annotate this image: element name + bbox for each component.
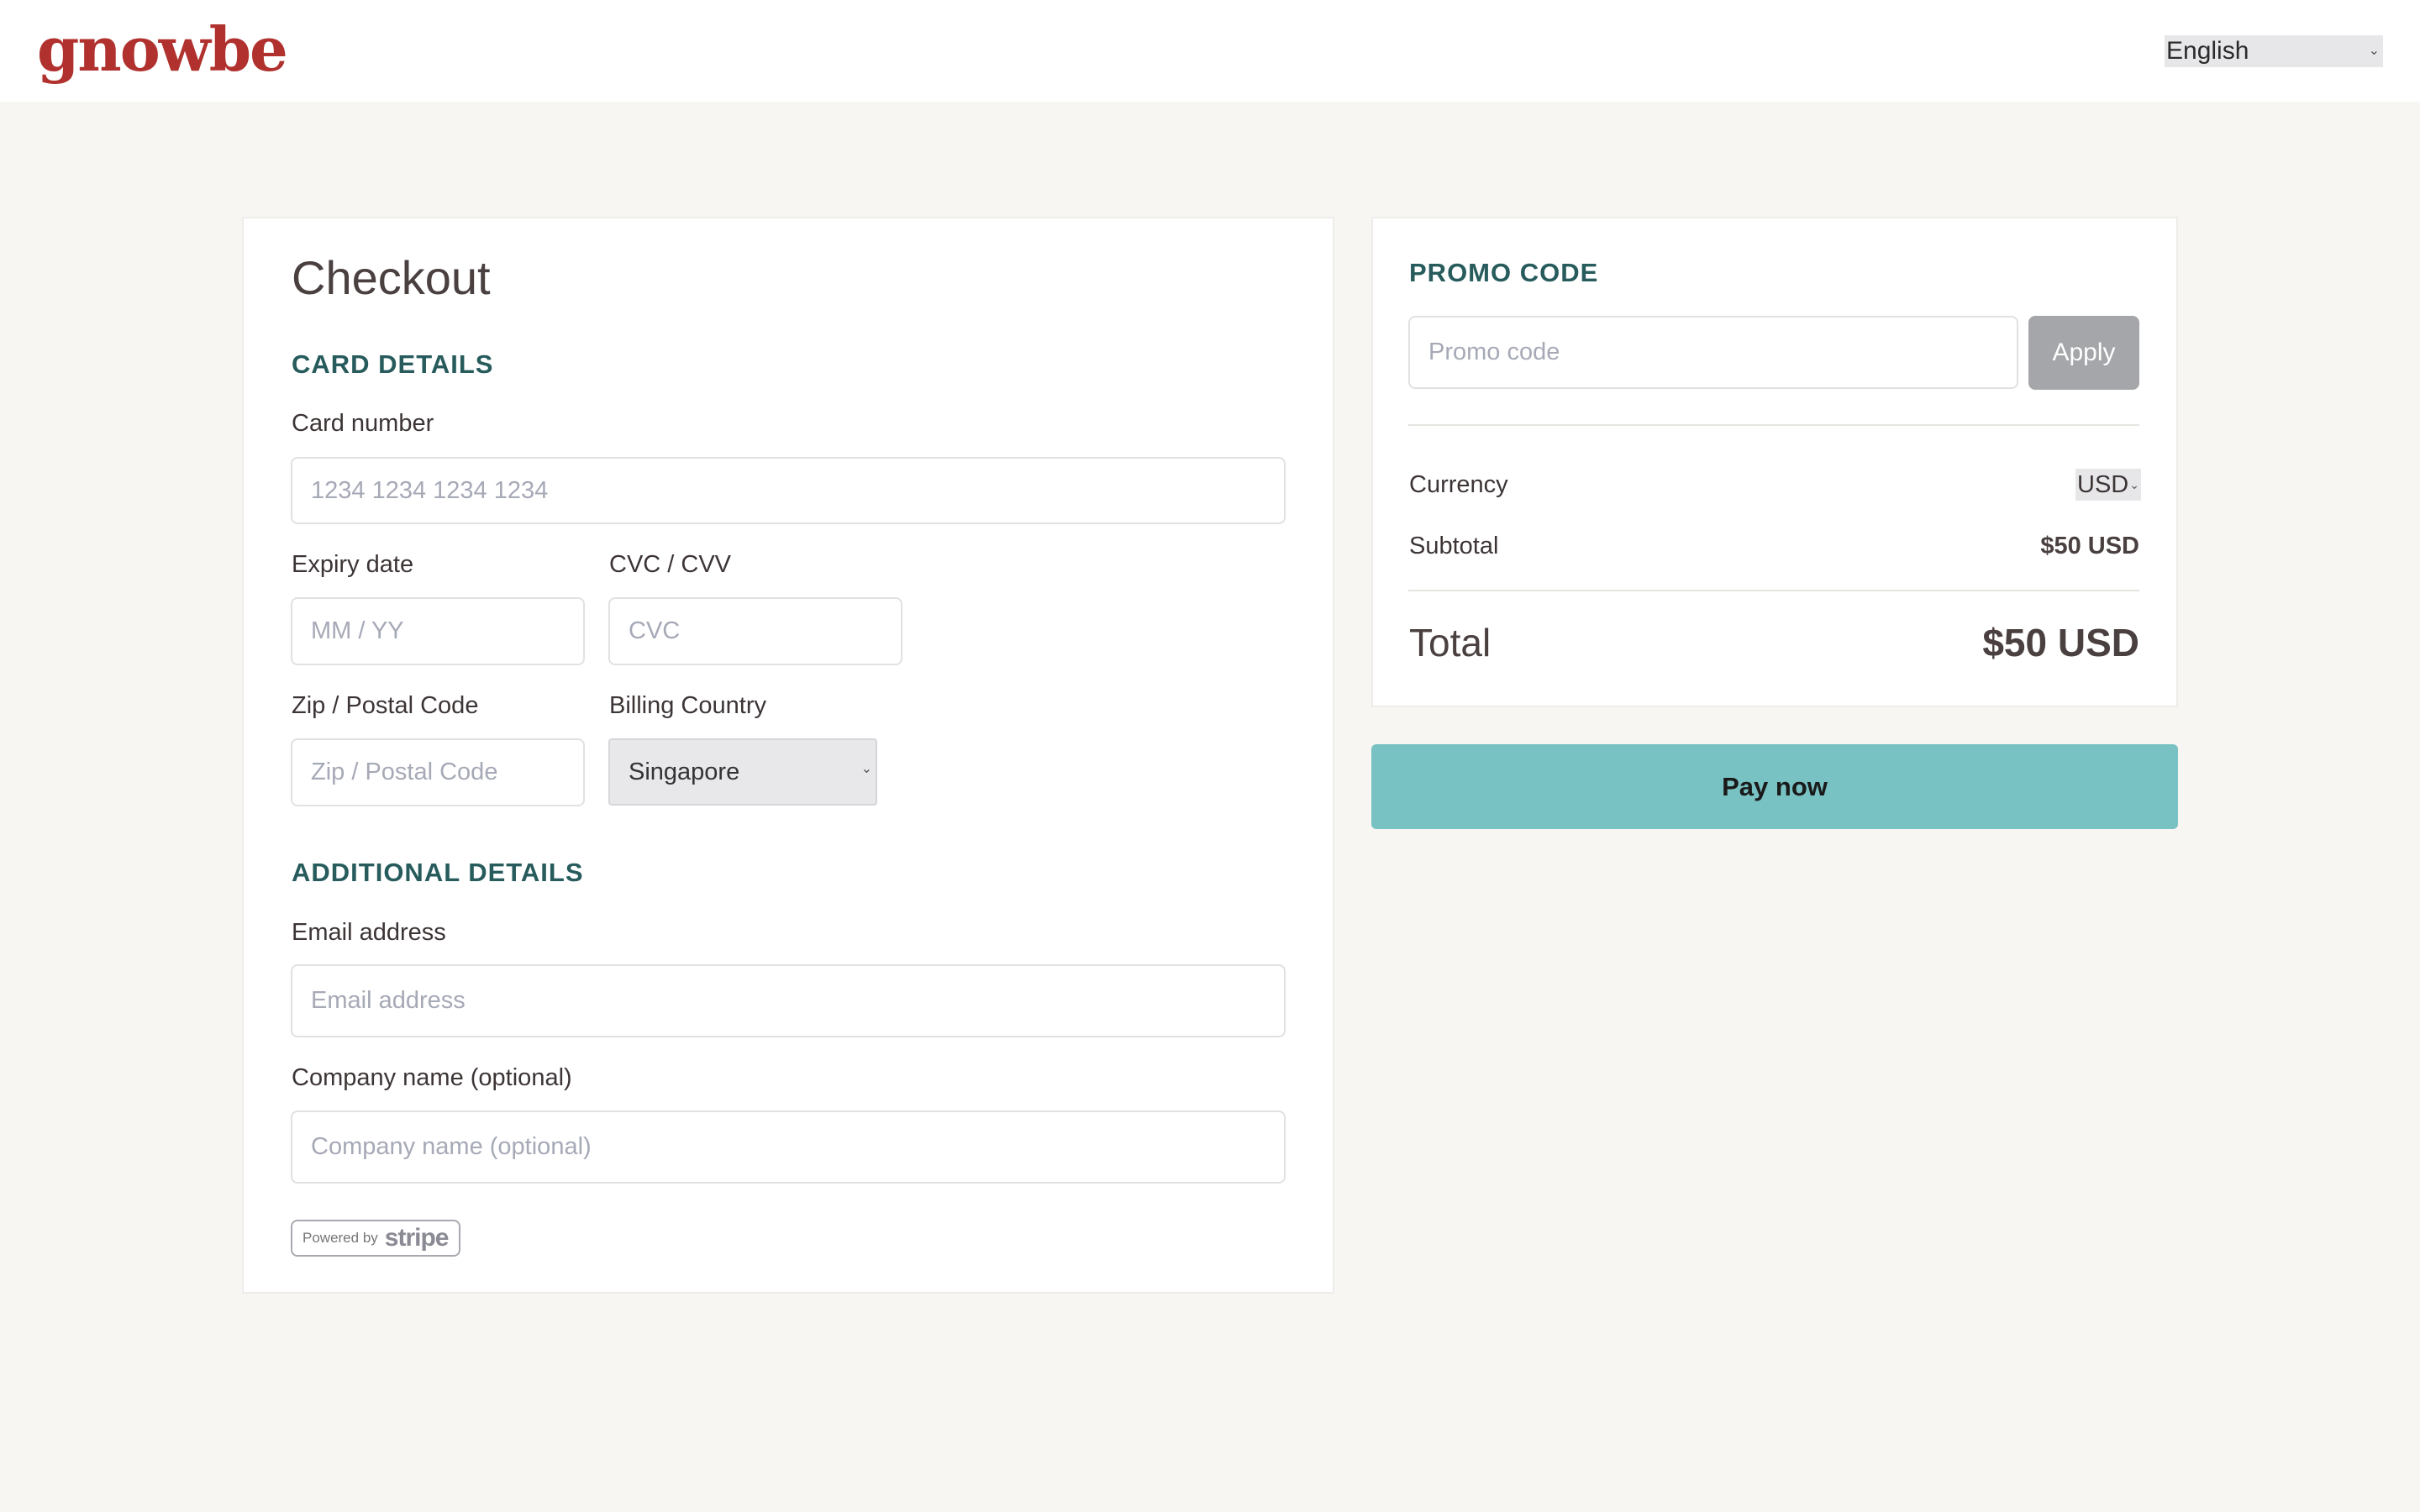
total-value: $50 USD: [1982, 621, 2139, 664]
powered-by-text: Powered by: [302, 1230, 378, 1246]
subtotal-label: Subtotal: [1409, 533, 1499, 559]
additional-details-heading: ADDITIONAL DETAILS: [292, 858, 584, 887]
top-bar: gnowbe English ⌄: [0, 0, 2420, 102]
chevron-down-icon: ⌄: [860, 762, 872, 776]
currency-select[interactable]: USD ⌄: [2075, 469, 2141, 501]
company-label: Company name (optional): [292, 1064, 572, 1091]
cvc-label: CVC / CVV: [609, 551, 732, 578]
email-label: Email address: [292, 919, 446, 946]
pay-now-button[interactable]: Pay now: [1371, 744, 2178, 829]
billing-country-value: Singapore: [629, 758, 740, 785]
page-title: Checkout: [292, 251, 491, 304]
company-input[interactable]: Company name (optional): [291, 1110, 1286, 1184]
chevron-down-icon: ⌄: [2129, 478, 2139, 491]
card-number-label: Card number: [292, 410, 434, 437]
expiry-label: Expiry date: [292, 551, 414, 578]
zip-input[interactable]: Zip / Postal Code: [291, 738, 585, 806]
currency-label: Currency: [1409, 471, 1508, 498]
language-value: English: [2166, 37, 2249, 65]
zip-label: Zip / Postal Code: [292, 692, 479, 719]
divider: [1408, 590, 2139, 591]
apply-button[interactable]: Apply: [2028, 316, 2139, 390]
divider: [1408, 424, 2139, 426]
stripe-logo: stripe: [384, 1224, 450, 1252]
zip-placeholder: Zip / Postal Code: [311, 759, 498, 785]
company-placeholder: Company name (optional): [311, 1133, 592, 1160]
promo-code-heading: PROMO CODE: [1409, 258, 1599, 287]
cvc-input[interactable]: CVC: [608, 597, 902, 665]
total-label: Total: [1409, 621, 1491, 664]
email-input[interactable]: Email address: [291, 964, 1286, 1037]
currency-value: USD: [2077, 471, 2129, 498]
gnowbe-logo[interactable]: gnowbe: [37, 12, 288, 87]
card-number-placeholder: 1234 1234 1234 1234: [311, 476, 549, 504]
email-placeholder: Email address: [311, 987, 466, 1014]
card-number-input[interactable]: 1234 1234 1234 1234: [291, 457, 1286, 524]
promo-code-input[interactable]: Promo code: [1408, 316, 2018, 389]
expiry-placeholder: MM / YY: [311, 617, 404, 644]
billing-country-select[interactable]: Singapore ⌄: [608, 738, 877, 806]
powered-by-stripe-badge[interactable]: Powered by stripe: [291, 1220, 460, 1257]
promo-code-placeholder: Promo code: [1428, 339, 1560, 365]
language-select[interactable]: English ⌄: [2165, 35, 2383, 67]
expiry-input[interactable]: MM / YY: [291, 597, 585, 665]
cvc-placeholder: CVC: [629, 617, 681, 644]
subtotal-value: $50 USD: [2040, 533, 2139, 559]
billing-country-label: Billing Country: [609, 692, 766, 719]
card-details-heading: CARD DETAILS: [292, 349, 494, 379]
chevron-down-icon: ⌄: [2368, 44, 2380, 58]
